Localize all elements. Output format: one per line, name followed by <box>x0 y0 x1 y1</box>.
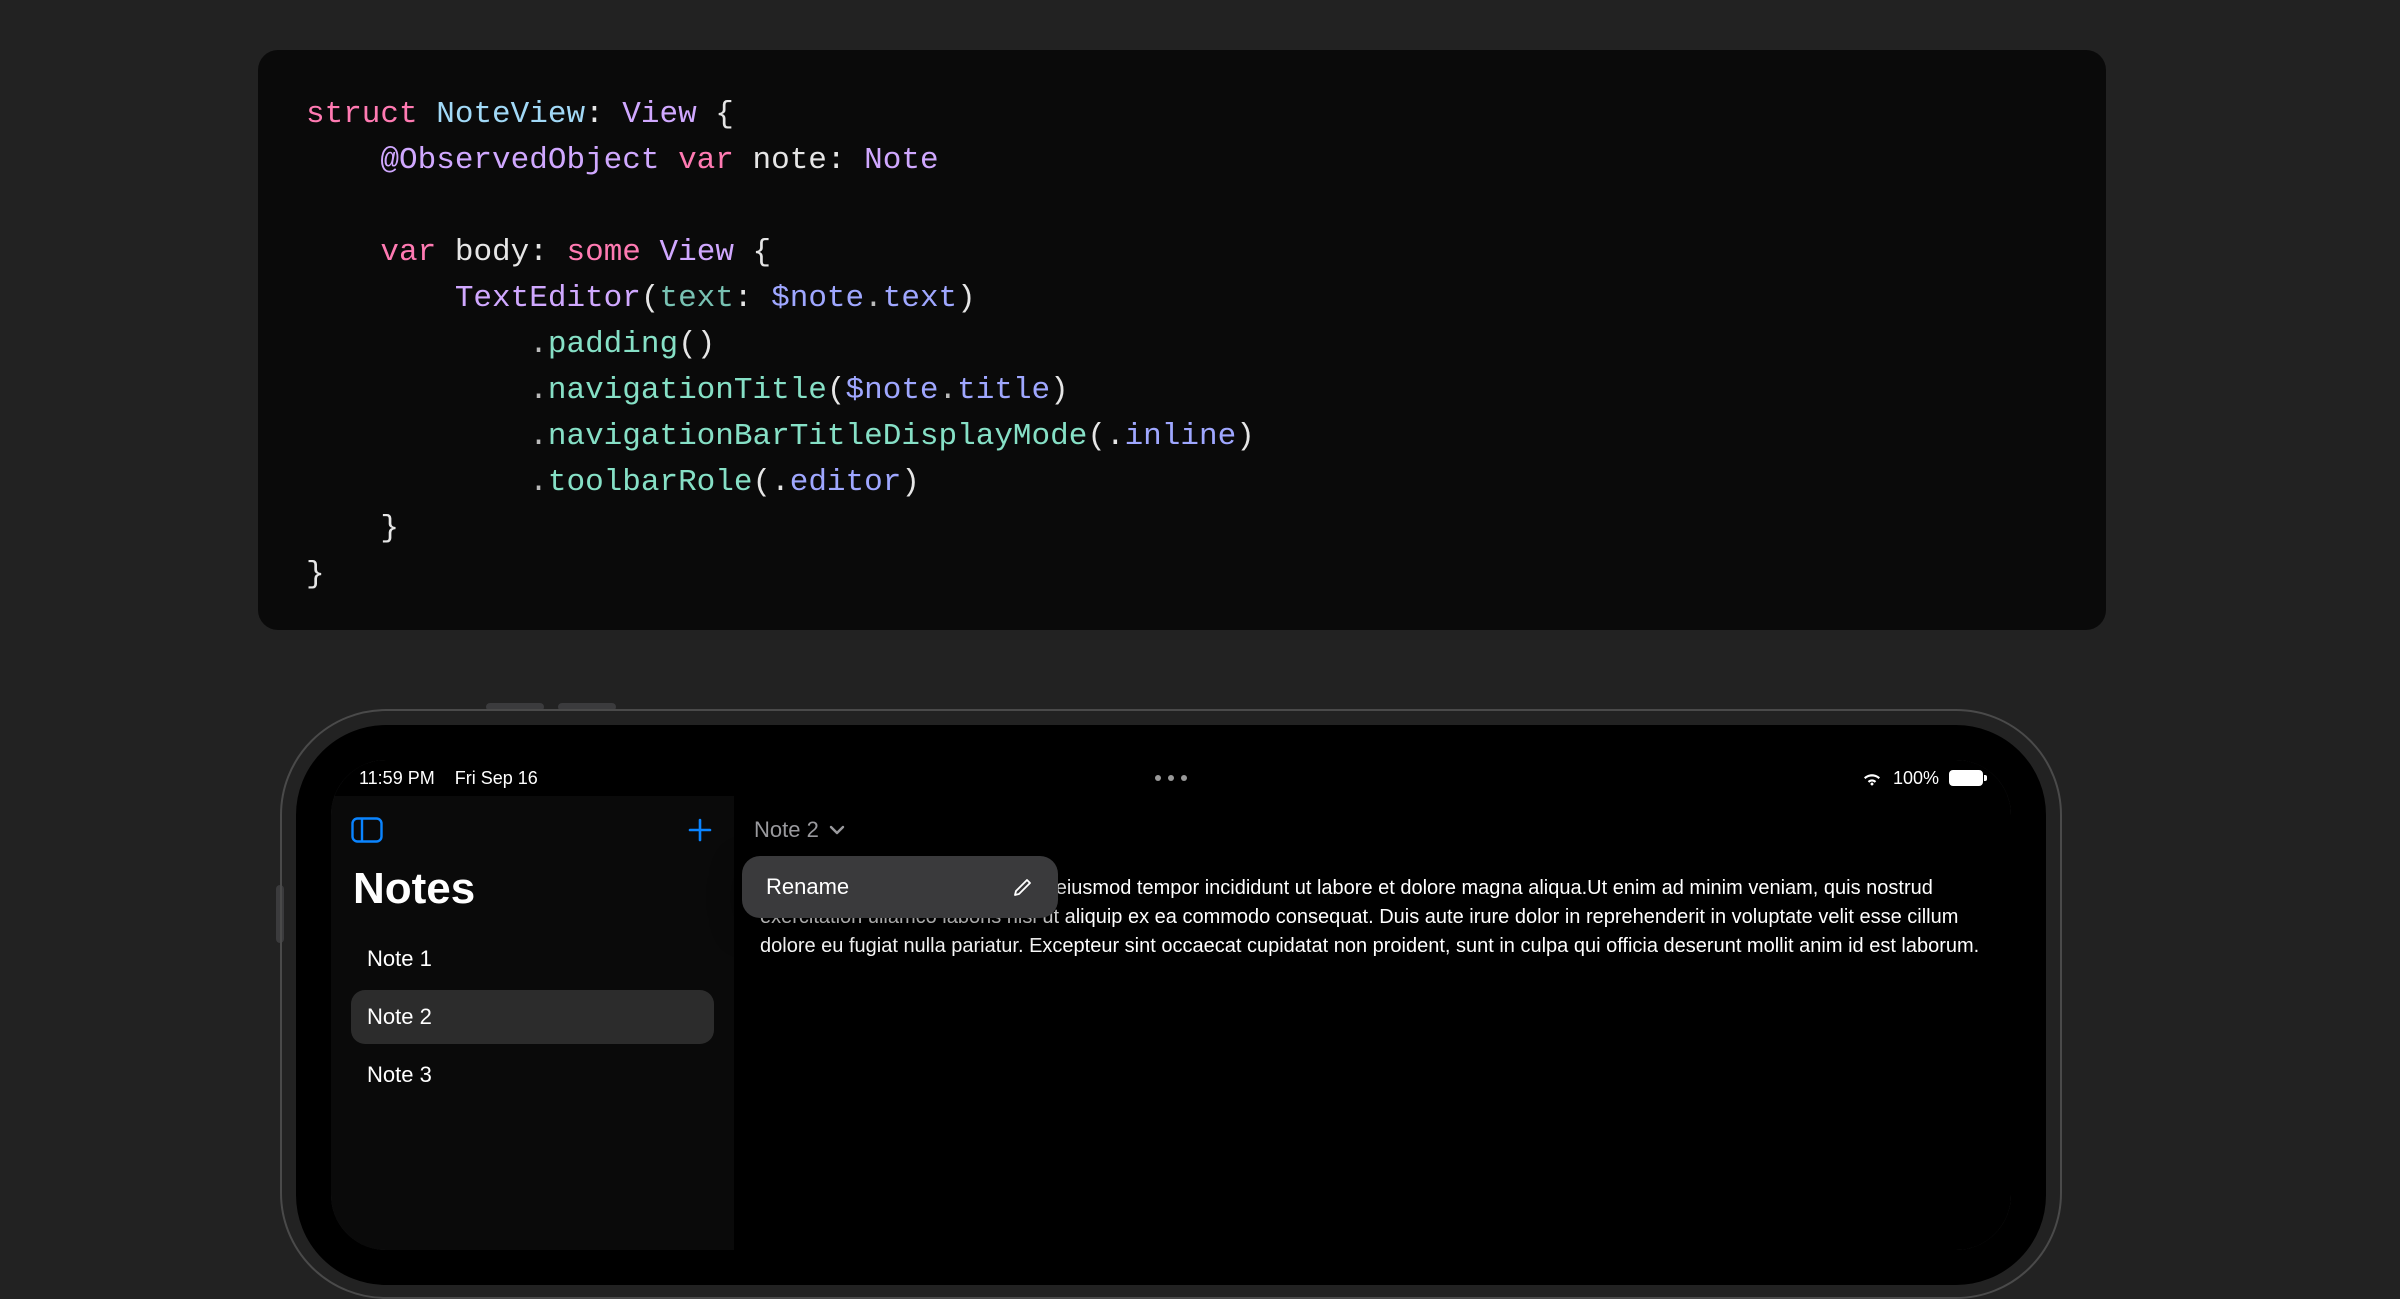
detail-toolbar: Note 2 <box>754 804 1991 856</box>
ipad-hardware-volume-down <box>558 703 616 711</box>
sidebar-list: Note 1 Note 2 Note 3 <box>351 932 714 1102</box>
wifi-icon <box>1861 770 1883 786</box>
navigation-title[interactable]: Note 2 <box>754 817 819 843</box>
battery-percent: 100% <box>1893 768 1939 789</box>
code-type-noteview: NoteView <box>436 97 585 132</box>
status-bar: 11:59 PM Fri Sep 16 100% <box>331 760 2011 796</box>
ipad-screen: 11:59 PM Fri Sep 16 100% <box>331 760 2011 1250</box>
code-block: struct NoteView: View { @ObservedObject … <box>258 50 2106 630</box>
ipad-hardware-volume-up <box>486 703 544 711</box>
code-attr-observedobject: @ObservedObject <box>380 143 659 178</box>
ipad-hardware-power <box>276 885 284 943</box>
rename-menu-item-label: Rename <box>766 874 849 900</box>
pencil-icon <box>1012 876 1034 898</box>
sidebar-item-note-3[interactable]: Note 3 <box>351 1048 714 1102</box>
sidebar: Notes Note 1 Note 2 Note 3 <box>331 796 734 1250</box>
code-type-view: View <box>622 97 696 132</box>
sidebar-item-note-1[interactable]: Note 1 <box>351 932 714 986</box>
add-note-button[interactable] <box>686 816 714 844</box>
status-date: Fri Sep 16 <box>455 768 538 789</box>
ipad-device-frame: 11:59 PM Fri Sep 16 100% <box>296 725 2046 1285</box>
sidebar-item-note-2[interactable]: Note 2 <box>351 990 714 1044</box>
battery-icon <box>1949 770 1983 786</box>
detail-pane: Note 2 Rename onsectetur adipiscing e <box>734 796 2011 1250</box>
code-keyword-struct: struct <box>306 97 418 132</box>
sidebar-title: Notes <box>353 864 712 914</box>
chevron-down-icon[interactable] <box>829 824 845 836</box>
sidebar-toggle-icon[interactable] <box>351 817 383 843</box>
status-time: 11:59 PM <box>359 768 435 789</box>
multitask-dots[interactable] <box>1155 775 1187 781</box>
rename-popover[interactable]: Rename <box>742 856 1058 918</box>
